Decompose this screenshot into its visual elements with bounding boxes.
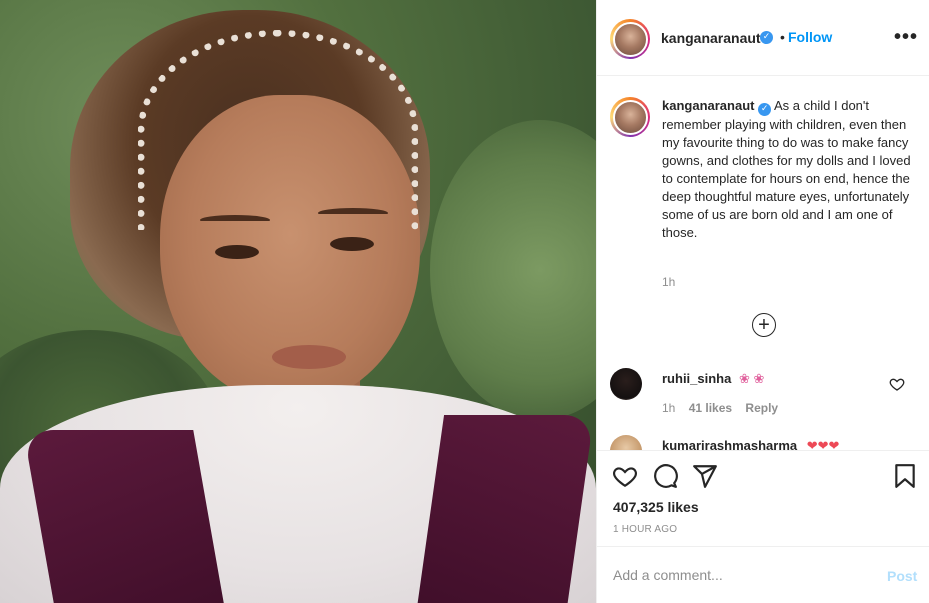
verified-badge-icon: ✓ (760, 31, 773, 44)
comments-section[interactable]: kanganaranaut ✓ As a child I don't remem… (597, 77, 929, 450)
post-timestamp[interactable]: 1 HOUR AGO (613, 524, 677, 535)
caption-avatar[interactable] (610, 97, 650, 137)
save-bookmark-icon[interactable] (892, 463, 918, 489)
post-actions: 407,325 likes 1 HOUR AGO (597, 450, 929, 546)
reply-button[interactable]: Reply (745, 401, 778, 415)
caption-text: As a child I don't remember playing with… (662, 98, 911, 240)
author-username[interactable]: kanganaranaut (661, 30, 761, 46)
post-photo[interactable] (0, 0, 596, 603)
caption-timestamp[interactable]: 1h (662, 275, 675, 289)
comment-text: ❤❤❤ (806, 438, 840, 450)
like-heart-icon[interactable] (612, 463, 638, 489)
post-side-panel: kanganaranaut ✓ • Follow ••• kanganarana… (596, 0, 929, 603)
comment-username[interactable]: ruhii_sinha (662, 371, 731, 386)
comment-username[interactable]: kumarirashmasharma (662, 438, 797, 450)
comment-timestamp[interactable]: 1h (662, 401, 675, 415)
post-header: kanganaranaut ✓ • Follow ••• (597, 0, 929, 76)
load-more-comments-icon[interactable]: + (752, 313, 776, 337)
comment-like-heart-icon[interactable] (889, 376, 905, 392)
add-comment-bar: Post (597, 546, 929, 603)
share-send-icon[interactable] (692, 463, 718, 489)
comment-bubble-icon[interactable] (652, 463, 678, 489)
more-options-icon[interactable]: ••• (894, 26, 918, 49)
add-comment-input[interactable] (613, 567, 863, 583)
author-avatar[interactable] (610, 19, 650, 59)
post-comment-button[interactable]: Post (887, 568, 917, 584)
caption-username[interactable]: kanganaranaut (662, 98, 754, 113)
follow-button[interactable]: Follow (788, 29, 832, 45)
comment-likes[interactable]: 41 likes (689, 401, 732, 415)
commenter-avatar[interactable] (610, 368, 642, 400)
likes-count[interactable]: 407,325 likes (613, 499, 699, 515)
separator-dot: • (780, 29, 785, 45)
comment-text: ❀ ❀ (738, 371, 765, 386)
verified-badge-icon: ✓ (758, 103, 772, 116)
commenter-avatar[interactable] (610, 435, 642, 450)
